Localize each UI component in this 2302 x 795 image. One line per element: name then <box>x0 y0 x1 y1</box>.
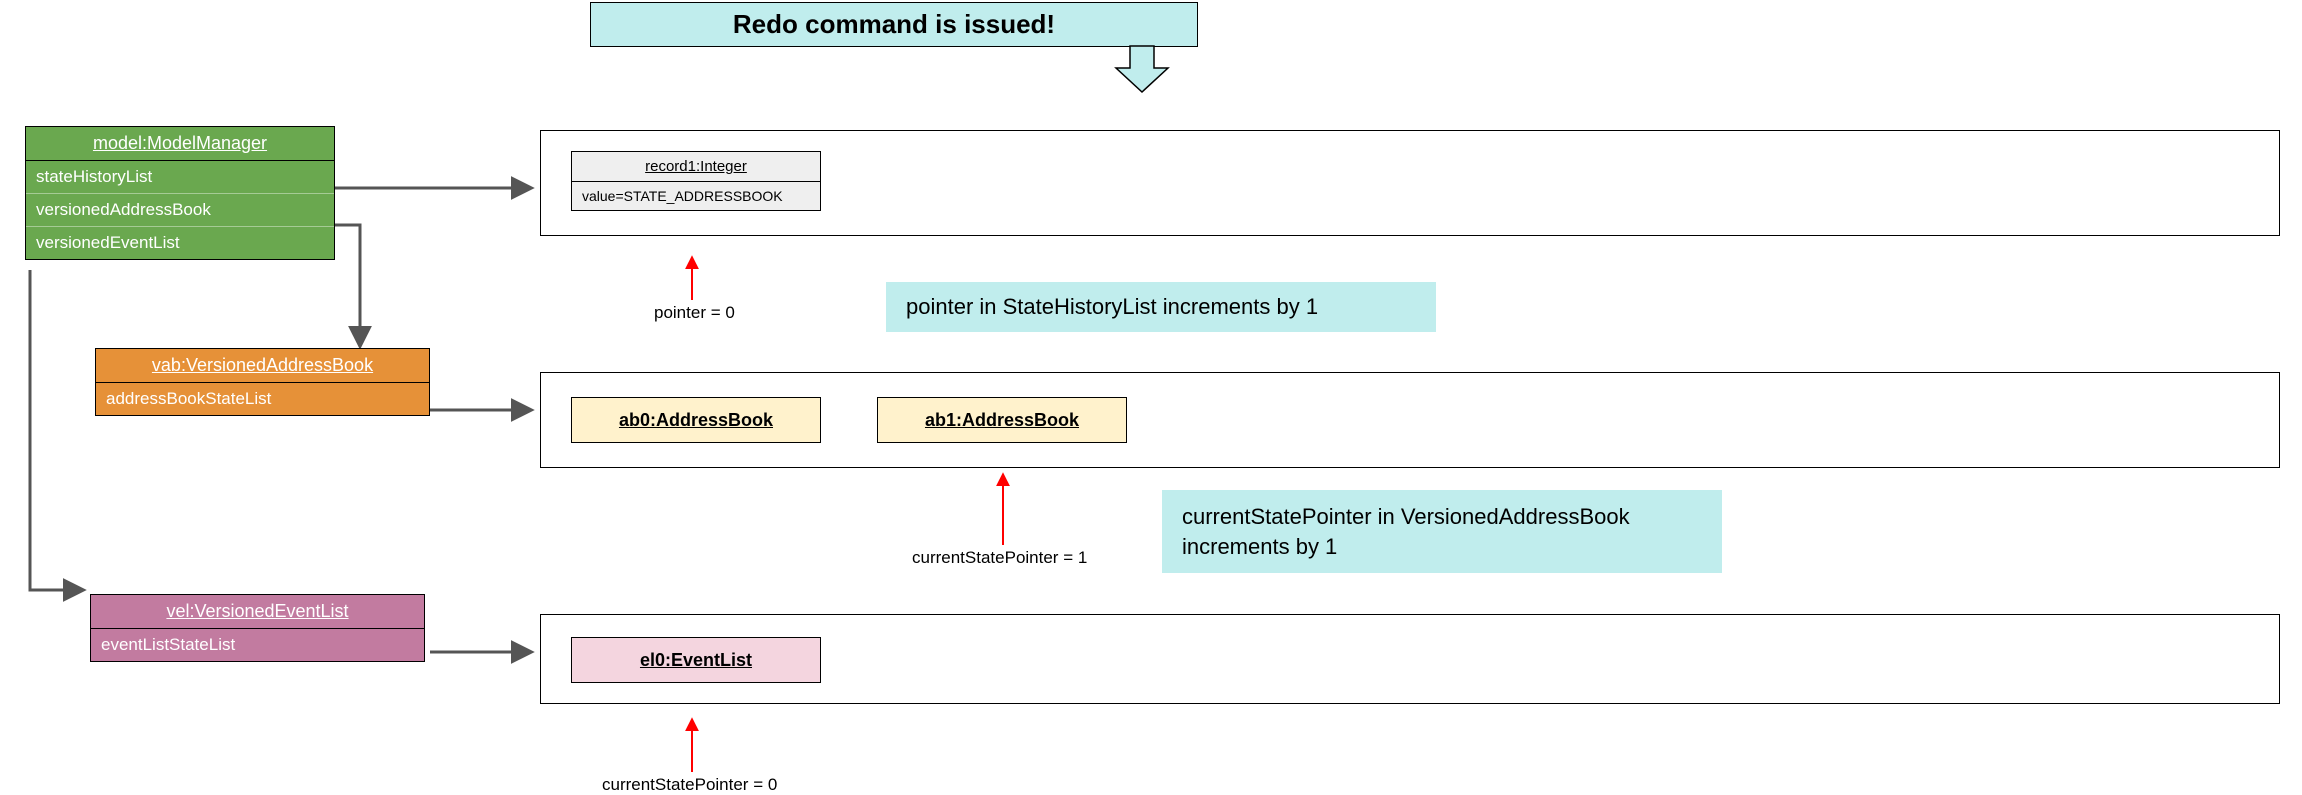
panel-statehistory: record1:Integer value=STATE_ADDRESSBOOK <box>540 130 2280 236</box>
note-vab: currentStatePointer in VersionedAddressB… <box>1162 490 1722 573</box>
banner-text: Redo command is issued! <box>733 9 1055 39</box>
note-statehistory: pointer in StateHistoryList increments b… <box>886 282 1436 332</box>
vel-field: eventListStateList <box>91 629 424 661</box>
record1-box: record1:Integer value=STATE_ADDRESSBOOK <box>571 151 821 211</box>
down-arrow-icon <box>1116 46 1168 92</box>
model-field-vab: versionedAddressBook <box>26 193 334 226</box>
vab-box: vab:VersionedAddressBook addressBookStat… <box>95 348 430 416</box>
ab1-box: ab1:AddressBook <box>877 397 1127 443</box>
vel-title: vel:VersionedEventList <box>91 595 424 629</box>
ab0-text: ab0:AddressBook <box>619 410 773 431</box>
el0-text: el0:EventList <box>640 650 752 671</box>
ab1-text: ab1:AddressBook <box>925 410 1079 431</box>
banner: Redo command is issued! <box>590 2 1198 47</box>
el0-box: el0:EventList <box>571 637 821 683</box>
ab0-box: ab0:AddressBook <box>571 397 821 443</box>
pointer-0-label: pointer = 0 <box>654 303 735 323</box>
csp1-label: currentStatePointer = 1 <box>912 548 1087 568</box>
model-field-statehistory: stateHistoryList <box>26 161 334 193</box>
panel-vel: el0:EventList <box>540 614 2280 704</box>
model-manager-box: model:ModelManager stateHistoryList vers… <box>25 126 335 260</box>
vab-field: addressBookStateList <box>96 383 429 415</box>
note-statehistory-text: pointer in StateHistoryList increments b… <box>906 294 1318 319</box>
note-vab-text: currentStatePointer in VersionedAddressB… <box>1182 504 1630 559</box>
model-title: model:ModelManager <box>26 127 334 161</box>
record1-title: record1:Integer <box>572 152 820 182</box>
vab-title: vab:VersionedAddressBook <box>96 349 429 383</box>
record1-value: value=STATE_ADDRESSBOOK <box>572 182 820 210</box>
vel-box: vel:VersionedEventList eventListStateLis… <box>90 594 425 662</box>
csp0-label: currentStatePointer = 0 <box>602 775 777 795</box>
panel-vab: ab0:AddressBook ab1:AddressBook <box>540 372 2280 468</box>
model-field-vel: versionedEventList <box>26 226 334 259</box>
